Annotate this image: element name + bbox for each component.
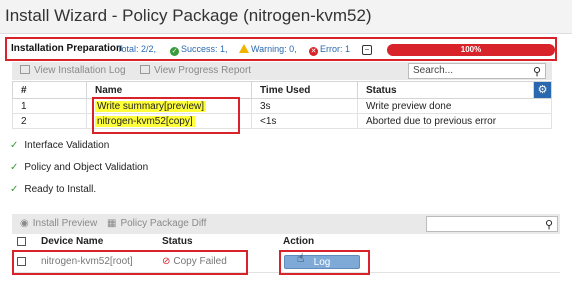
log-button[interactable]: Log: [284, 255, 360, 269]
view-installation-log-button[interactable]: View Installation Log: [20, 65, 126, 76]
view-progress-report-button[interactable]: View Progress Report: [140, 65, 251, 76]
log-icon: [20, 65, 30, 74]
check-icon: ✓: [10, 184, 19, 195]
install-preview-button[interactable]: ◉ Install Preview: [20, 218, 97, 229]
device-search-input[interactable]: ⚲: [426, 216, 558, 232]
installation-preparation-bar: Installation Preparation Total: 2/2, ✓ Su…: [5, 37, 557, 61]
collapse-icon[interactable]: −: [362, 45, 372, 55]
progress-bar: 100%: [387, 44, 555, 56]
hand-cursor-icon: ☝: [297, 251, 305, 265]
highlight-box-device: [12, 250, 248, 275]
gear-icon[interactable]: ⚙: [534, 82, 551, 98]
install-log-toolbar: View Installation Log View Progress Repo…: [12, 62, 552, 80]
column-settings[interactable]: ⚙: [533, 81, 552, 99]
col-status: Status: [357, 81, 534, 99]
wizard-title: Install Wizard - Policy Package (nitroge…: [5, 6, 372, 25]
prep-total: Total: 2/2,: [117, 44, 157, 54]
highlight-box-steps: [92, 97, 240, 134]
select-all-checkbox[interactable]: [17, 237, 26, 246]
success-icon: ✓: [170, 47, 179, 56]
check-icon: ✓: [10, 162, 19, 173]
check-ready-to-install: ✓ Ready to Install.: [10, 184, 97, 195]
col-action: Action: [283, 236, 315, 247]
policy-package-diff-button[interactable]: ▦ Policy Package Diff: [107, 218, 206, 229]
monitor-icon: [140, 65, 150, 74]
col-num: #: [12, 81, 87, 99]
prep-warning: Warning: 0,: [239, 44, 297, 54]
prep-success: ✓ Success: 1,: [170, 44, 228, 56]
col-time: Time Used: [251, 81, 358, 99]
search-icon: ⚲: [544, 219, 553, 231]
error-icon: ✕: [309, 47, 318, 56]
prep-error: ✕ Error: 1: [309, 44, 351, 56]
col-device-name: Device Name: [41, 236, 104, 247]
prep-label: Installation Preparation: [11, 43, 123, 54]
eye-icon: ◉: [20, 218, 29, 229]
diff-icon: ▦: [107, 218, 117, 229]
device-table-header: Device Name Status Action: [12, 235, 560, 250]
warning-icon: [239, 44, 249, 53]
check-policy-object-validation: ✓ Policy and Object Validation: [10, 162, 149, 173]
search-icon: ⚲: [532, 66, 541, 78]
wizard-title-bar: Install Wizard - Policy Package (nitroge…: [0, 0, 572, 34]
check-interface-validation: ✓ Interface Validation: [10, 140, 110, 151]
col-device-status: Status: [162, 236, 193, 247]
check-icon: ✓: [10, 140, 19, 151]
device-toolbar: ◉ Install Preview ▦ Policy Package Diff ⚲: [12, 214, 560, 234]
col-name: Name: [86, 81, 252, 99]
table-header: # Name Time Used Status ⚙: [12, 81, 552, 99]
log-search-input[interactable]: Search... ⚲: [408, 63, 546, 79]
